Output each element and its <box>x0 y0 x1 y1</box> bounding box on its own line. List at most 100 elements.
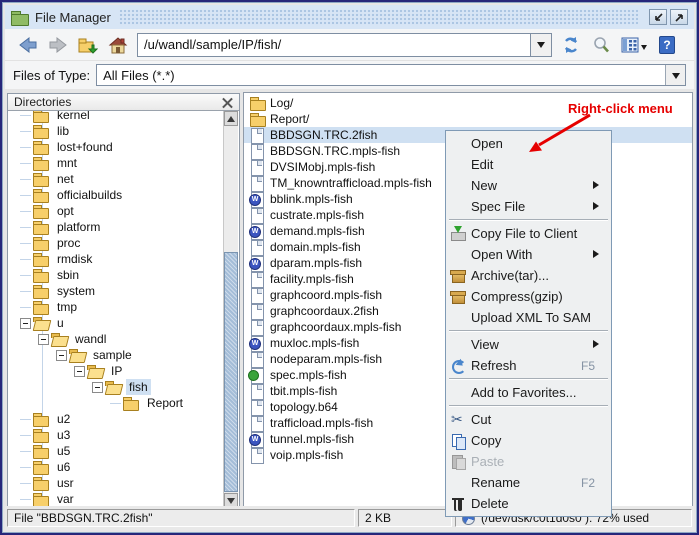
tree-expander-icon[interactable] <box>19 459 32 475</box>
context-menu-item[interactable]: Copy <box>446 430 611 451</box>
address-input[interactable] <box>137 33 530 57</box>
up-directory-button[interactable] <box>75 32 101 58</box>
tree-expander-icon[interactable] <box>19 219 32 235</box>
search-button[interactable] <box>588 32 614 58</box>
tree-expander-icon[interactable] <box>91 379 104 395</box>
tree-expander-icon[interactable] <box>19 475 32 491</box>
tree-item[interactable]: var <box>9 491 223 507</box>
tree-item[interactable]: system <box>9 283 223 299</box>
tree-item[interactable]: IP <box>9 363 223 379</box>
context-menu-item[interactable]: Delete <box>446 493 611 514</box>
tree-item[interactable]: mnt <box>9 155 223 171</box>
tree-item[interactable]: u <box>9 315 223 331</box>
close-icon[interactable] <box>222 97 233 108</box>
file-name: nodeparam.mpls-fish <box>270 352 382 366</box>
context-menu-item[interactable] <box>449 378 608 380</box>
tree-expander-icon[interactable] <box>19 267 32 283</box>
context-menu-item[interactable] <box>449 330 608 332</box>
context-menu-item[interactable]: Cut <box>446 409 611 430</box>
tree-item[interactable]: tmp <box>9 299 223 315</box>
tree-item[interactable]: u6 <box>9 459 223 475</box>
forward-button[interactable] <box>45 32 71 58</box>
refresh-button[interactable] <box>558 32 584 58</box>
maximize-button[interactable] <box>670 9 688 25</box>
help-button[interactable] <box>654 32 680 58</box>
context-menu-item[interactable]: Compress(gzip) <box>446 286 611 307</box>
context-menu-item[interactable] <box>449 219 608 221</box>
context-menu-item[interactable] <box>449 405 608 407</box>
tree-expander-icon[interactable] <box>19 235 32 251</box>
tree-item[interactable]: sbin <box>9 267 223 283</box>
tree-scrollbar[interactable] <box>223 111 238 508</box>
context-menu-item[interactable]: Upload XML To SAM <box>446 307 611 328</box>
scroll-up-button[interactable] <box>224 111 238 126</box>
tree-item[interactable]: lib <box>9 123 223 139</box>
context-menu-item[interactable]: Refresh F5 <box>446 355 611 376</box>
tree-expander-icon[interactable] <box>19 251 32 267</box>
views-grid-icon <box>621 37 639 53</box>
forward-arrow-icon <box>48 37 68 53</box>
tree-item[interactable]: u3 <box>9 427 223 443</box>
tree-expander-icon[interactable] <box>109 395 122 411</box>
context-menu-item[interactable]: Paste <box>446 451 611 472</box>
tree-item[interactable]: platform <box>9 219 223 235</box>
file-type-combobox[interactable]: All Files (*.*) <box>96 64 686 86</box>
home-button[interactable] <box>105 32 131 58</box>
tree-expander-icon[interactable] <box>19 139 32 155</box>
tree-expander-icon[interactable] <box>73 363 86 379</box>
tree-expander-icon[interactable] <box>37 331 50 347</box>
status-file-size-text: 2 KB <box>365 511 391 525</box>
tree-item[interactable]: opt <box>9 203 223 219</box>
tree-expander-icon[interactable] <box>19 315 32 331</box>
tree-expander-icon[interactable] <box>19 491 32 507</box>
address-dropdown-button[interactable] <box>530 33 552 57</box>
tree-item[interactable]: net <box>9 171 223 187</box>
context-menu-item[interactable]: Open <box>446 133 611 154</box>
context-menu-item[interactable]: Spec File <box>446 196 611 217</box>
tree-expander-icon[interactable] <box>19 155 32 171</box>
tree-item[interactable]: lost+found <box>9 139 223 155</box>
tree-expander-icon[interactable] <box>19 203 32 219</box>
tree-expander-icon[interactable] <box>19 427 32 443</box>
context-menu-item[interactable]: View <box>446 334 611 355</box>
tree-expander-icon[interactable] <box>55 347 68 363</box>
tree-item[interactable]: usr <box>9 475 223 491</box>
tree-item[interactable]: rmdisk <box>9 251 223 267</box>
back-button[interactable] <box>15 32 41 58</box>
submenu-arrow-icon <box>593 250 603 258</box>
tree-item[interactable]: sample <box>9 347 223 363</box>
tree-expander-icon[interactable] <box>19 111 32 123</box>
views-button[interactable] <box>618 32 650 58</box>
scrollbar-thumb[interactable] <box>224 252 238 492</box>
title-bar[interactable]: File Manager <box>5 5 694 29</box>
tree-expander-icon[interactable] <box>19 187 32 203</box>
context-menu-item[interactable]: Add to Favorites... <box>446 382 611 403</box>
tree-item[interactable]: Report <box>9 395 223 411</box>
tree-item[interactable]: kernel <box>9 111 223 123</box>
file-icon <box>249 96 265 111</box>
tree-expander-icon[interactable] <box>19 299 32 315</box>
context-menu-item[interactable]: Edit <box>446 154 611 175</box>
tree-item[interactable]: u5 <box>9 443 223 459</box>
tree-expander-icon[interactable] <box>19 123 32 139</box>
file-type-dropdown-button[interactable] <box>665 65 685 85</box>
tree-expander-icon[interactable] <box>19 443 32 459</box>
folder-icon <box>50 332 69 346</box>
context-menu-item[interactable]: Open With <box>446 244 611 265</box>
tree-item[interactable]: proc <box>9 235 223 251</box>
context-menu-item[interactable]: Rename F2 <box>446 472 611 493</box>
tree-item[interactable]: fish <box>9 379 223 395</box>
tree-item[interactable]: u2 <box>9 411 223 427</box>
context-menu-item[interactable]: New <box>446 175 611 196</box>
tree-expander-icon[interactable] <box>19 411 32 427</box>
tree-item[interactable]: officialbuilds <box>9 187 223 203</box>
minimize-button[interactable] <box>649 9 667 25</box>
file-name: BBDSGN.TRC.mpls-fish <box>270 144 400 158</box>
tree-item[interactable]: wandl <box>9 331 223 347</box>
context-menu-item[interactable]: Archive(tar)... <box>446 265 611 286</box>
window-title: File Manager <box>35 10 111 25</box>
context-menu-item[interactable]: Copy File to Client <box>446 223 611 244</box>
tree-item-label: u3 <box>54 427 73 443</box>
tree-expander-icon[interactable] <box>19 171 32 187</box>
tree-expander-icon[interactable] <box>19 283 32 299</box>
